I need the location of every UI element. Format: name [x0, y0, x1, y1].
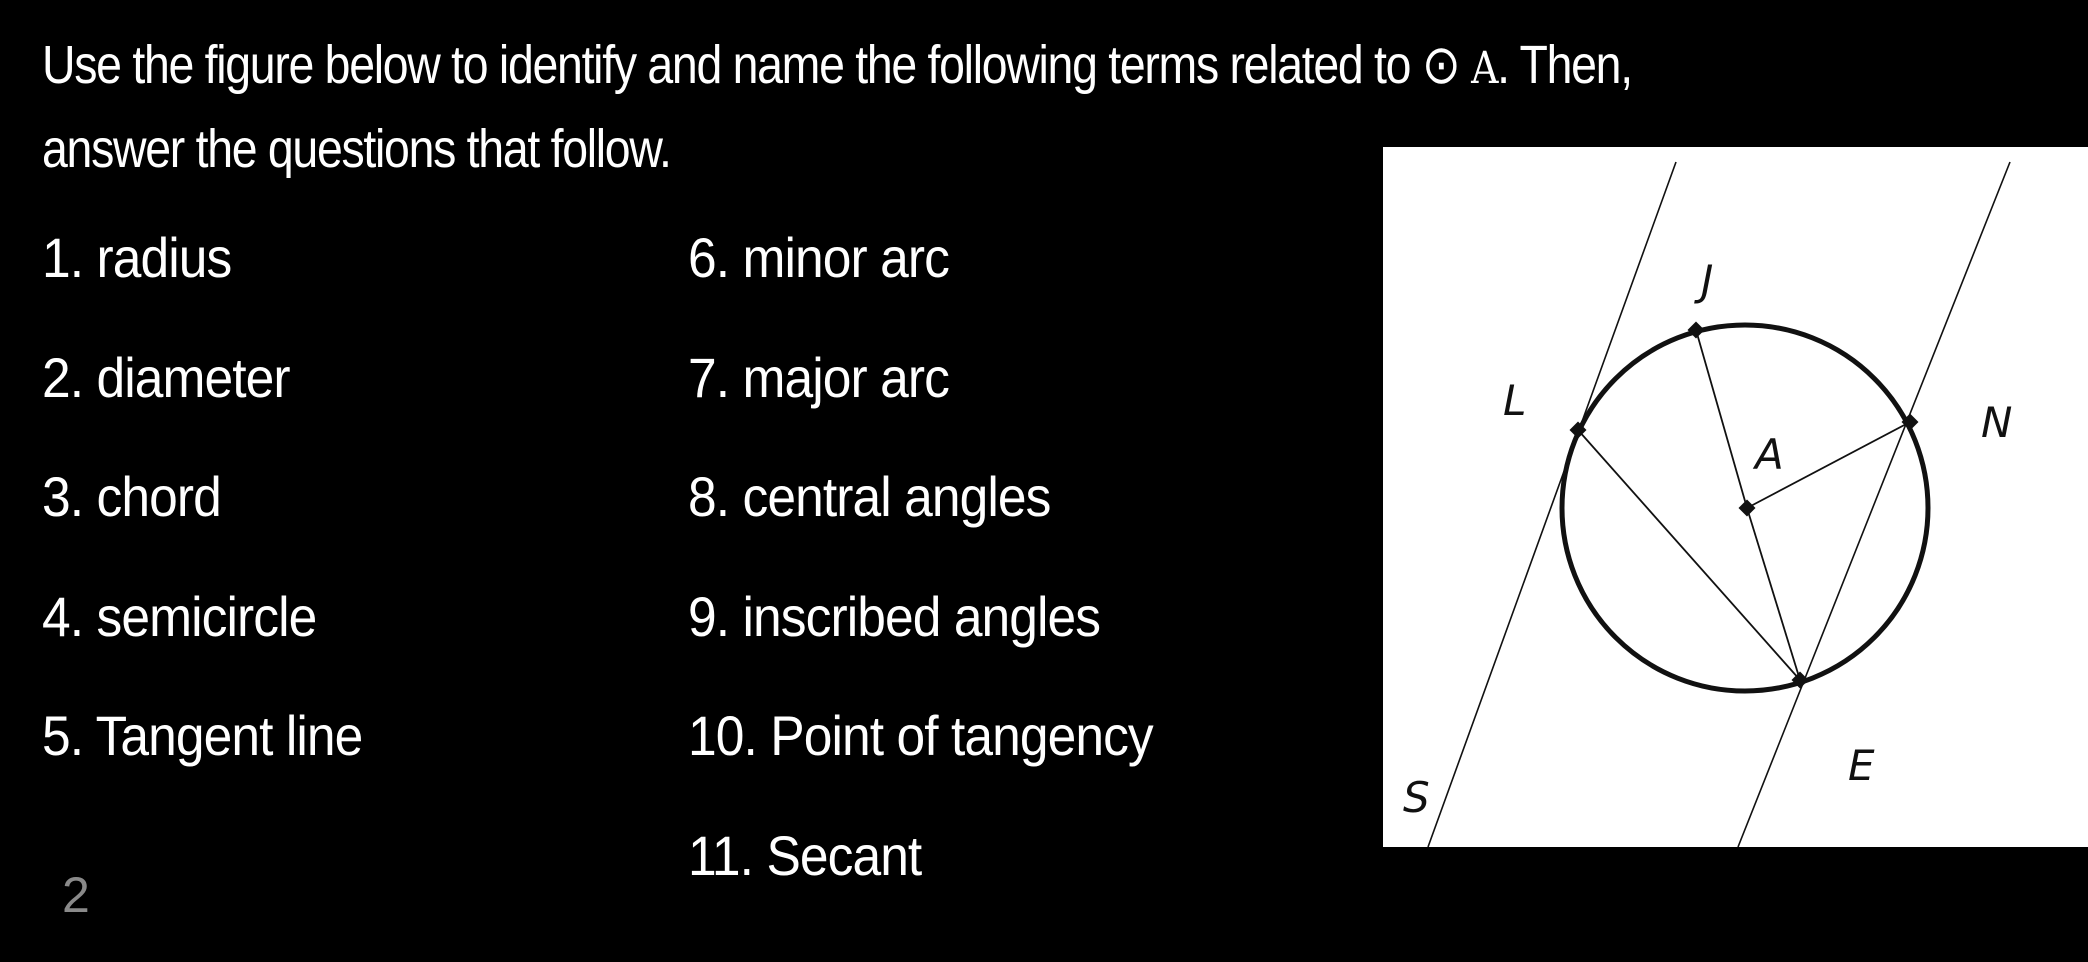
- term-item: 5. Tangent line: [42, 708, 363, 764]
- term-number: 10.: [688, 704, 758, 767]
- label-n: N: [1981, 398, 2012, 447]
- radius-ae: [1746, 507, 1801, 681]
- tangent-line: [1427, 161, 1677, 847]
- term-label: inscribed angles: [742, 585, 1102, 648]
- term-label: radius: [96, 226, 233, 289]
- instructions-line-1-end: . Then,: [1497, 35, 1633, 95]
- term-number: 3.: [42, 465, 84, 528]
- term-label: Point of tangency: [770, 704, 1153, 767]
- page-number: 2: [62, 867, 90, 923]
- term-label: diameter: [96, 346, 291, 409]
- circle-diagram: J L A N E S: [1403, 161, 2012, 847]
- term-item: 9. inscribed angles: [688, 589, 1101, 645]
- term-number: 5.: [42, 704, 84, 767]
- radius-aj: [1695, 329, 1748, 509]
- term-number: 11.: [688, 824, 754, 887]
- instructions-text: Use the figure below to identify and nam…: [42, 35, 1412, 95]
- term-item: 7. major arc: [688, 350, 950, 406]
- term-number: 9.: [688, 585, 730, 648]
- circle-figure: J L A N E S: [1383, 147, 2088, 847]
- label-e: E: [1848, 741, 1875, 790]
- circle-name: A: [1471, 43, 1498, 94]
- term-number: 6.: [688, 226, 730, 289]
- term-label: major arc: [742, 346, 950, 409]
- instructions-line-1: Use the figure below to identify and nam…: [42, 35, 1633, 95]
- term-number: 2.: [42, 346, 84, 409]
- term-item: 1. radius: [42, 230, 232, 286]
- term-label: central angles: [742, 465, 1052, 528]
- term-item: 11. Secant: [688, 828, 922, 884]
- term-label: semicircle: [96, 585, 318, 648]
- label-s: S: [1403, 773, 1430, 822]
- term-number: 4.: [42, 585, 84, 648]
- term-item: 6. minor arc: [688, 230, 950, 286]
- term-number: 8.: [688, 465, 730, 528]
- term-item: 10. Point of tangency: [688, 708, 1154, 764]
- term-item: 2. diameter: [42, 350, 291, 406]
- term-item: 3. chord: [42, 469, 222, 525]
- label-j: J: [1694, 256, 1713, 305]
- term-item: 4. semicircle: [42, 589, 317, 645]
- term-label: chord: [96, 465, 222, 528]
- term-label: Tangent line: [95, 704, 364, 767]
- point-a: [1738, 499, 1756, 517]
- term-number: 1.: [42, 226, 84, 289]
- label-l: L: [1503, 376, 1526, 425]
- circle-symbol-icon: ⊙: [1421, 35, 1461, 95]
- term-label: Secant: [766, 824, 922, 887]
- instructions-line-2: answer the questions that follow.: [42, 119, 672, 179]
- term-item: 8. central angles: [688, 469, 1051, 525]
- term-number: 7.: [688, 346, 730, 409]
- label-a: A: [1752, 430, 1784, 479]
- term-label: minor arc: [742, 226, 950, 289]
